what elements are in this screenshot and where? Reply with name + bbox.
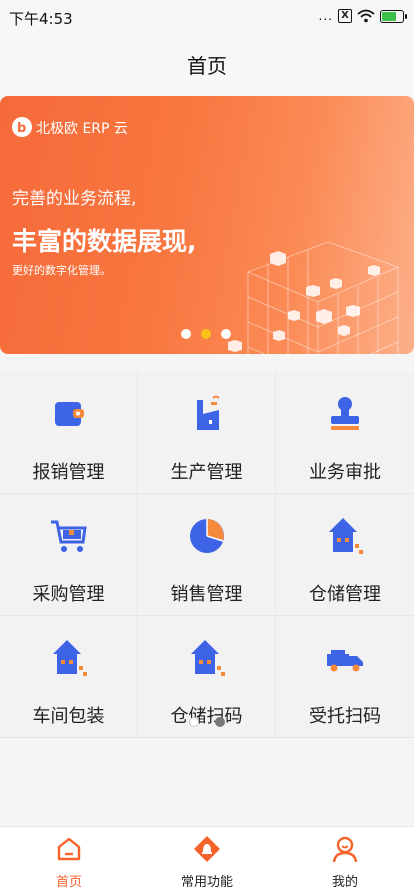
banner-dot-1[interactable] [181,329,191,339]
pie-chart-icon [190,519,224,553]
user-icon [332,836,358,863]
data-cube-illustration [228,241,400,354]
bell-icon [194,836,220,862]
function-reimbursement[interactable]: 报销管理 [0,372,138,494]
wifi-icon [357,9,375,23]
notification-x-icon: X [338,9,352,23]
warehouse-icon [329,518,363,554]
stamp-icon [331,397,359,430]
function-approval[interactable]: 业务审批 [276,372,414,494]
warehouse-icon [191,640,225,676]
promo-banner[interactable]: b 北极欧 ERP 云 完善的业务流程, 丰富的数据展现, 更好的数字化管理。 [0,96,414,354]
tab-label: 首页 [55,875,82,890]
factory-icon [197,395,220,430]
wallet-icon [55,402,84,426]
page-title: 首页 [187,53,227,78]
function-label: 仓储管理 [309,584,381,605]
function-consigned-scan[interactable]: 受托扫码 [276,616,414,738]
home-icon [57,837,81,861]
banner-dot-2[interactable] [201,329,211,339]
function-label: 采购管理 [32,584,105,605]
more-dots-icon: ... [318,9,333,23]
function-label: 业务审批 [309,462,381,483]
function-production[interactable]: 生产管理 [138,372,276,494]
cart-icon [51,520,87,552]
status-icons: ... X [318,9,407,23]
battery-fill [382,11,396,21]
battery-icon [380,9,407,23]
function-workshop-packing[interactable]: 车间包装 [0,616,138,738]
function-warehouse[interactable]: 仓储管理 [276,494,414,616]
function-purchase[interactable]: 采购管理 [0,494,138,616]
nav-bar: 首页 [0,34,414,94]
status-bar: 下午4:53 ... X [0,0,414,34]
svg-text:b: b [17,121,26,136]
tab-label: 常用功能 [180,875,233,890]
grid-dot-2[interactable] [215,717,225,727]
brand-logo-icon: b [12,117,32,137]
function-label: 报销管理 [32,462,105,483]
banner-line-3: 更好的数字化管理。 [12,264,111,277]
tab-common-functions[interactable]: 常用功能 [138,827,276,896]
function-grid: 报销管理 生产管理 业务审批 采购管理 销售管理 仓储管理 车间包装 仓储扫码 … [0,372,414,738]
status-time: 下午4:53 [9,10,73,28]
banner-line-2: 丰富的数据展现, [12,227,197,256]
function-sales[interactable]: 销售管理 [138,494,276,616]
function-label: 销售管理 [170,584,243,605]
warehouse-icon [53,640,87,676]
tab-label: 我的 [331,875,358,890]
truck-icon [327,650,363,672]
function-label: 受托扫码 [309,706,381,727]
brand-name: 北极欧 ERP 云 [36,121,128,137]
grid-dot-1[interactable] [189,717,199,727]
function-label: 生产管理 [170,462,243,483]
banner-page-indicator [181,329,231,339]
function-label: 车间包装 [32,706,105,727]
banner-line-1: 完善的业务流程, [12,189,137,209]
banner-dot-3[interactable] [221,329,231,339]
bottom-tab-bar: 首页 常用功能 我的 [0,826,414,896]
tab-mine[interactable]: 我的 [276,827,414,896]
tab-home[interactable]: 首页 [0,827,138,896]
grid-page-indicator [189,717,225,727]
